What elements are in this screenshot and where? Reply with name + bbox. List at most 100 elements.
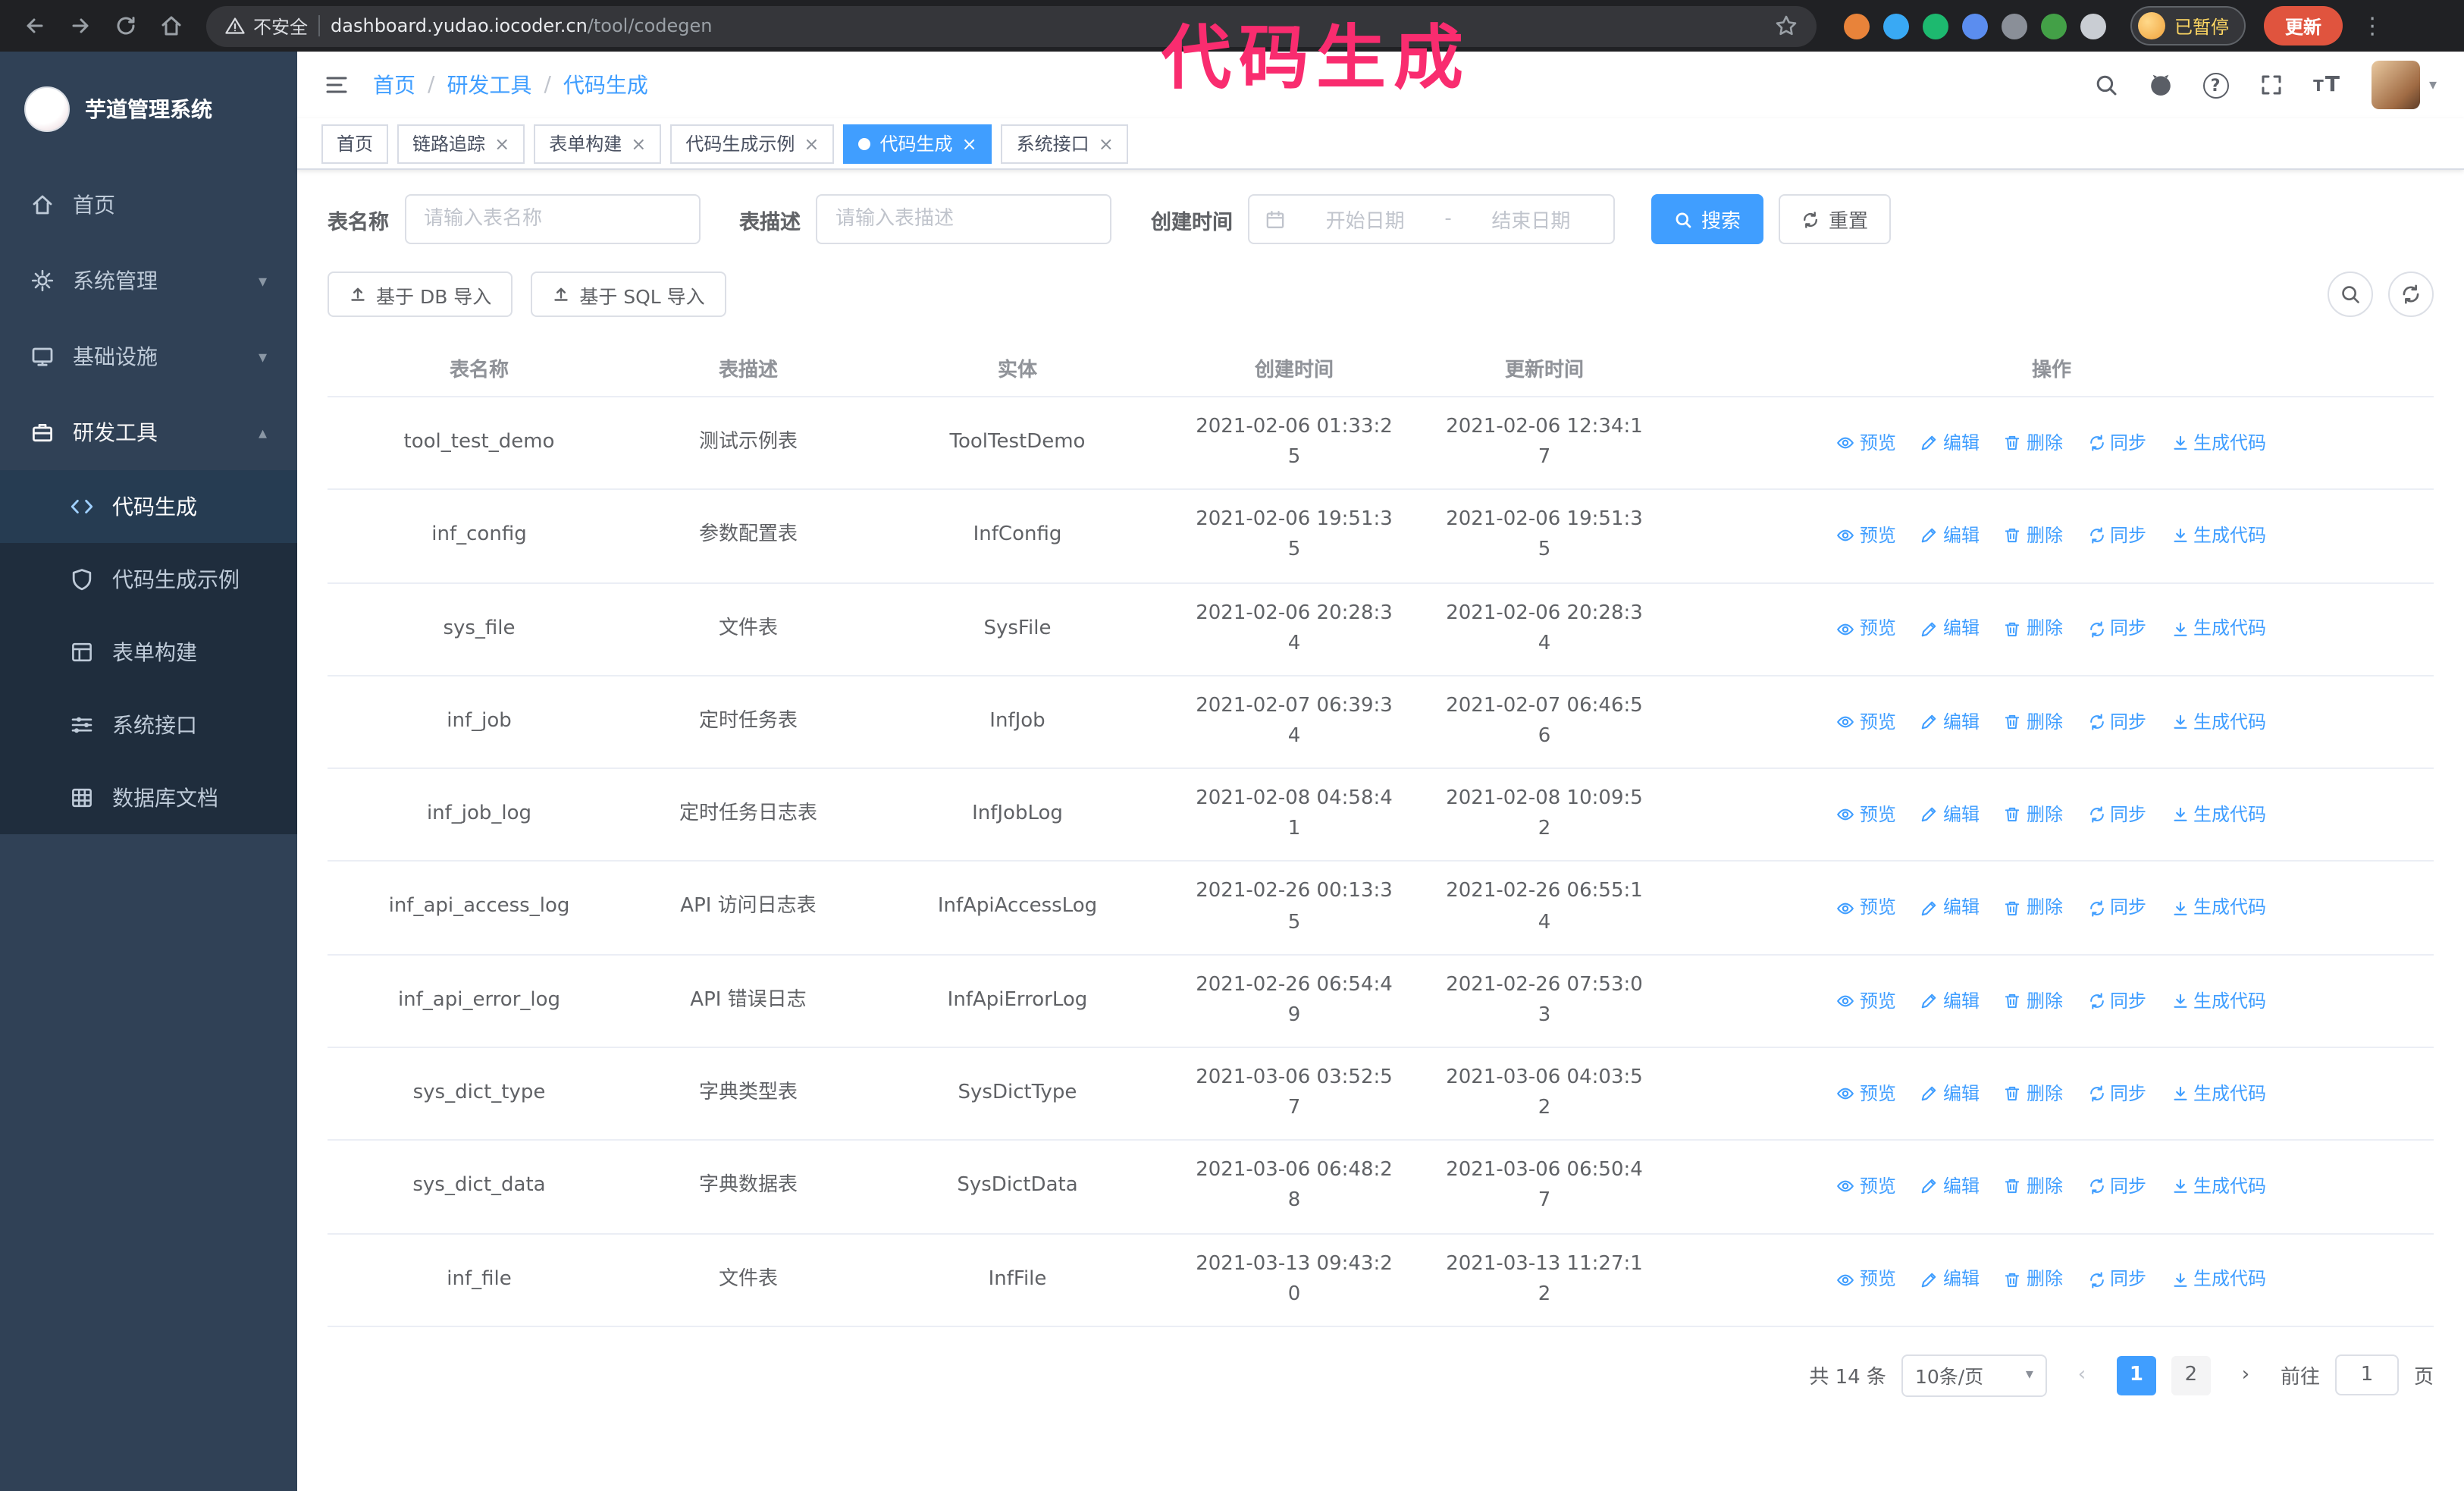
edit-link[interactable]: 编辑 [1920, 615, 1980, 643]
preview-link[interactable]: 预览 [1837, 801, 1896, 829]
extension-icon-1[interactable] [1844, 13, 1870, 39]
preview-link[interactable]: 预览 [1837, 615, 1896, 643]
sync-link[interactable]: 同步 [2087, 987, 2146, 1015]
breadcrumb-item-dev-tools[interactable]: 研发工具 [447, 70, 531, 100]
sidebar-item-home[interactable]: 首页 [0, 167, 297, 243]
sync-link[interactable]: 同步 [2087, 801, 2146, 829]
generate-code-link[interactable]: 生成代码 [2171, 1266, 2266, 1294]
prev-page-button[interactable]: ‹ [2062, 1356, 2102, 1395]
bookmark-star-icon[interactable] [1774, 14, 1798, 38]
sidebar-subitem-form-builder[interactable]: 表单构建 [0, 616, 297, 689]
refresh-button[interactable] [2388, 272, 2434, 317]
tab-codegen-demo[interactable]: 代码生成示例 × [670, 124, 835, 163]
delete-link[interactable]: 删除 [2004, 708, 2063, 736]
tab-home[interactable]: 首页 [321, 124, 389, 163]
sync-link[interactable]: 同步 [2087, 429, 2146, 457]
generate-code-link[interactable]: 生成代码 [2171, 708, 2266, 736]
delete-link[interactable]: 删除 [2004, 987, 2063, 1015]
delete-link[interactable]: 删除 [2004, 522, 2063, 550]
sync-link[interactable]: 同步 [2087, 894, 2146, 922]
tab-trace[interactable]: 链路追踪 × [397, 124, 525, 163]
delete-link[interactable]: 删除 [2004, 801, 2063, 829]
browser-menu-icon[interactable]: ⋮ [2355, 12, 2390, 39]
preview-link[interactable]: 预览 [1837, 894, 1896, 922]
delete-link[interactable]: 删除 [2004, 615, 2063, 643]
preview-link[interactable]: 预览 [1837, 1266, 1896, 1294]
preview-link[interactable]: 预览 [1837, 429, 1896, 457]
font-size-icon[interactable]: TT [2313, 73, 2341, 97]
puzzle-extensions-icon[interactable] [2080, 13, 2106, 39]
sidebar-item-dev-tools[interactable]: 研发工具 ▴ [0, 394, 297, 470]
search-icon[interactable] [2093, 73, 2118, 97]
preview-link[interactable]: 预览 [1837, 1172, 1896, 1201]
page-button-2[interactable]: 2 [2171, 1355, 2211, 1395]
sidebar-subitem-codegen[interactable]: 代码生成 [0, 470, 297, 543]
import-sql-button[interactable]: 基于 SQL 导入 [531, 272, 726, 317]
page-button-1[interactable]: 1 [2116, 1355, 2156, 1395]
help-icon[interactable]: ? [2202, 72, 2229, 98]
sidebar-item-system-management[interactable]: 系统管理 ▾ [0, 243, 297, 319]
tab-close-icon[interactable]: × [1099, 133, 1114, 154]
profile-paused-chip[interactable]: 已暂停 [2130, 6, 2246, 46]
sidebar-subitem-system-api[interactable]: 系统接口 [0, 689, 297, 761]
next-page-button[interactable]: › [2226, 1356, 2265, 1395]
preview-link[interactable]: 预览 [1837, 987, 1896, 1015]
tab-close-icon[interactable]: × [494, 133, 509, 154]
sync-link[interactable]: 同步 [2087, 708, 2146, 736]
edit-link[interactable]: 编辑 [1920, 1266, 1980, 1294]
extension-icon-2[interactable] [1883, 13, 1909, 39]
preview-link[interactable]: 预览 [1837, 708, 1896, 736]
sync-link[interactable]: 同步 [2087, 1172, 2146, 1201]
hamburger-icon[interactable] [324, 73, 349, 97]
browser-forward-button[interactable] [61, 6, 100, 46]
delete-link[interactable]: 删除 [2004, 429, 2063, 457]
extension-icon-3[interactable] [1923, 13, 1948, 39]
sidebar-subitem-codegen-demo[interactable]: 代码生成示例 [0, 543, 297, 616]
goto-page-input[interactable] [2334, 1354, 2399, 1396]
preview-link[interactable]: 预览 [1837, 522, 1896, 550]
tab-close-icon[interactable]: × [804, 133, 819, 154]
tab-form-builder[interactable]: 表单构建 × [534, 124, 662, 163]
tab-system-api[interactable]: 系统接口 × [1001, 124, 1129, 163]
edit-link[interactable]: 编辑 [1920, 987, 1980, 1015]
sidebar-subitem-db-doc[interactable]: 数据库文档 [0, 761, 297, 834]
sync-link[interactable]: 同步 [2087, 1266, 2146, 1294]
sync-link[interactable]: 同步 [2087, 615, 2146, 643]
generate-code-link[interactable]: 生成代码 [2171, 1172, 2266, 1201]
edit-link[interactable]: 编辑 [1920, 801, 1980, 829]
sidebar-item-infrastructure[interactable]: 基础设施 ▾ [0, 319, 297, 394]
tab-close-icon[interactable]: × [962, 133, 977, 154]
tab-close-icon[interactable]: × [631, 133, 646, 154]
generate-code-link[interactable]: 生成代码 [2171, 615, 2266, 643]
page-size-select[interactable]: 10条/页 ▾ [1901, 1354, 2047, 1397]
security-status[interactable]: 不安全 [224, 13, 308, 39]
github-icon[interactable] [2148, 73, 2172, 97]
browser-update-button[interactable]: 更新 [2264, 6, 2343, 46]
edit-link[interactable]: 编辑 [1920, 894, 1980, 922]
search-button[interactable]: 搜索 [1651, 194, 1764, 244]
import-db-button[interactable]: 基于 DB 导入 [328, 272, 513, 317]
date-range-picker[interactable]: 开始日期 - 结束日期 [1248, 194, 1615, 244]
reset-button[interactable]: 重置 [1779, 194, 1892, 244]
tab-codegen[interactable]: 代码生成 × [843, 124, 992, 163]
delete-link[interactable]: 删除 [2004, 1172, 2063, 1201]
edit-link[interactable]: 编辑 [1920, 429, 1980, 457]
address-bar[interactable]: 不安全 dashboard.yudao.iocoder.cn/tool/code… [206, 5, 1817, 46]
edit-link[interactable]: 编辑 [1920, 522, 1980, 550]
breadcrumb-item-home[interactable]: 首页 [373, 70, 415, 100]
browser-home-button[interactable] [152, 6, 191, 46]
table-name-input[interactable] [404, 194, 700, 244]
browser-back-button[interactable] [15, 6, 55, 46]
fullscreen-icon[interactable] [2259, 73, 2283, 97]
sync-link[interactable]: 同步 [2087, 1080, 2146, 1108]
generate-code-link[interactable]: 生成代码 [2171, 801, 2266, 829]
browser-reload-button[interactable] [106, 6, 146, 46]
generate-code-link[interactable]: 生成代码 [2171, 429, 2266, 457]
delete-link[interactable]: 删除 [2004, 1266, 2063, 1294]
user-menu[interactable]: ▾ [2371, 61, 2437, 109]
delete-link[interactable]: 删除 [2004, 894, 2063, 922]
toggle-search-button[interactable] [2328, 272, 2373, 317]
edit-link[interactable]: 编辑 [1920, 1080, 1980, 1108]
sync-link[interactable]: 同步 [2087, 522, 2146, 550]
generate-code-link[interactable]: 生成代码 [2171, 522, 2266, 550]
